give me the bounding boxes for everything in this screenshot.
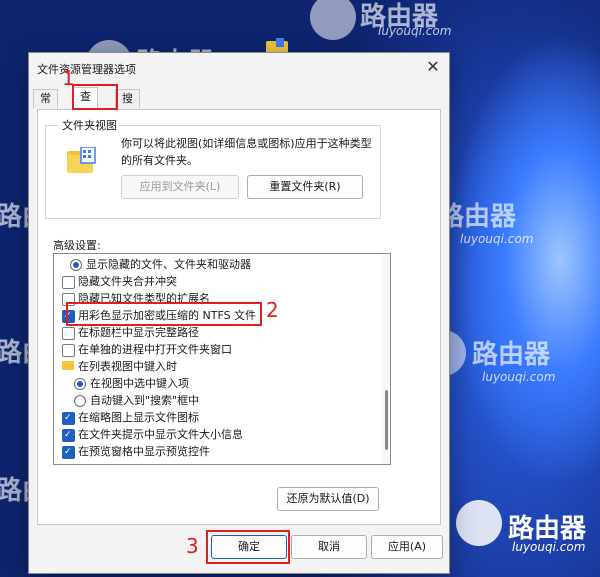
radio-button[interactable] <box>70 259 82 271</box>
title-bar: 文件资源管理器选项 ✕ <box>29 53 449 83</box>
option-label: 自动键入到"搜索"框中 <box>90 394 200 407</box>
advanced-option-row[interactable]: 自动键入到"搜索"框中 <box>54 392 374 409</box>
option-label: 在预览窗格中显示预览控件 <box>78 445 210 458</box>
option-label: 在标题栏中显示完整路径 <box>78 326 199 339</box>
highlight-view-tab <box>72 84 118 110</box>
folder-icon <box>62 361 74 370</box>
scrollbar[interactable] <box>382 254 390 464</box>
step-3-label: 3 <box>186 534 199 558</box>
option-label: 隐藏文件夹合并冲突 <box>78 275 177 288</box>
radio-button[interactable] <box>74 395 86 407</box>
advanced-option-row[interactable]: 显示隐藏的文件、文件夹和驱动器 <box>54 256 374 273</box>
close-icon[interactable]: ✕ <box>423 57 443 77</box>
advanced-option-row[interactable]: 在缩略图上显示文件图标 <box>54 409 374 427</box>
reset-folders-button[interactable]: 重置文件夹(R) <box>247 175 363 199</box>
option-label: 在文件夹提示中显示文件大小信息 <box>78 428 243 441</box>
checkbox[interactable] <box>62 276 75 289</box>
advanced-settings-list[interactable]: 显示隐藏的文件、文件夹和驱动器隐藏文件夹合并冲突隐藏已知文件类型的扩展名用彩色显… <box>53 253 391 465</box>
advanced-option-row[interactable]: 在单独的进程中打开文件夹窗口 <box>54 341 374 358</box>
watermark-url: luyouqi.com <box>482 370 556 384</box>
checkbox[interactable] <box>62 327 75 340</box>
highlight-ntfs-option <box>66 302 262 326</box>
folder-views-description: 你可以将此视图(如详细信息或图标)应用于这种类型的所有文件夹。 <box>121 137 372 167</box>
radio-button[interactable] <box>74 378 86 390</box>
option-label: 在单独的进程中打开文件夹窗口 <box>78 343 232 356</box>
checkbox[interactable] <box>62 410 75 427</box>
checkbox[interactable] <box>62 344 75 357</box>
advanced-settings-label: 高级设置: <box>53 239 101 252</box>
option-label: 在视图中选中键入项 <box>90 377 189 390</box>
highlight-ok-button <box>206 530 290 564</box>
checkbox[interactable] <box>62 427 75 444</box>
watermark-brand: 路由器 <box>472 340 551 370</box>
step-2-label: 2 <box>266 298 279 322</box>
watermark-logo-icon <box>456 500 502 546</box>
tab-search[interactable]: 搜索 <box>115 89 140 123</box>
folder-icon <box>67 147 96 173</box>
restore-defaults-button[interactable]: 还原为默认值(D) <box>277 487 379 511</box>
watermark-logo-icon <box>310 0 356 40</box>
option-label: 在列表视图中键入时 <box>78 360 177 373</box>
advanced-option-row[interactable]: 在文件夹提示中显示文件大小信息 <box>54 426 374 444</box>
watermark-url: luyouqi.com <box>378 24 452 38</box>
advanced-option-row[interactable]: 在视图中选中键入项 <box>54 375 374 392</box>
scrollbar-thumb[interactable] <box>385 390 388 450</box>
checkbox[interactable] <box>62 444 75 461</box>
advanced-option-row[interactable]: 在预览窗格中显示预览控件 <box>54 443 374 461</box>
folder-views-title: 文件夹视图 <box>59 117 120 133</box>
tab-general[interactable]: 常规 <box>33 89 58 123</box>
step-1-label: 1 <box>62 66 75 90</box>
watermark-url: luyouqi.com <box>512 540 586 554</box>
option-label: 在缩略图上显示文件图标 <box>78 411 199 424</box>
advanced-option-row[interactable]: 隐藏文件夹合并冲突 <box>54 273 374 290</box>
advanced-option-row[interactable]: 在列表视图中键入时 <box>54 358 374 375</box>
watermark-url: luyouqi.com <box>460 232 534 246</box>
advanced-option-row[interactable]: 在标题栏中显示完整路径 <box>54 324 374 341</box>
apply-to-folders-button[interactable]: 应用到文件夹(L) <box>121 175 239 199</box>
apply-button[interactable]: 应用(A) <box>371 535 443 559</box>
dialog-title: 文件资源管理器选项 <box>37 63 136 76</box>
cancel-button[interactable]: 取消 <box>291 535 367 559</box>
option-label: 显示隐藏的文件、文件夹和驱动器 <box>86 258 251 271</box>
